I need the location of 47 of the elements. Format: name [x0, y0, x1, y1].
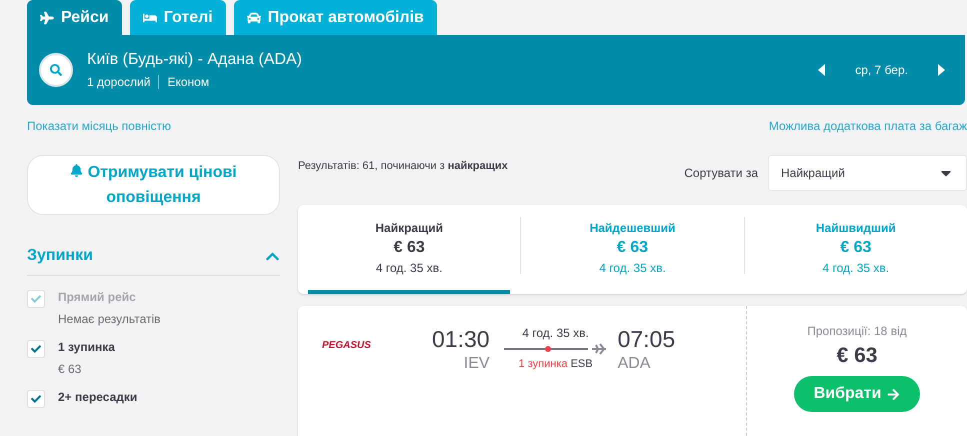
departure-time: 01:30	[432, 326, 490, 353]
flight-duration: 4 год. 35 хв.	[522, 326, 589, 340]
caret-right-icon	[938, 64, 945, 76]
search-button[interactable]	[39, 53, 73, 87]
select-button[interactable]: Вибрати	[794, 376, 920, 412]
bell-icon	[70, 164, 84, 177]
filter-label: 1 зупинка	[58, 340, 115, 354]
caret-left-icon	[818, 64, 826, 76]
flight-price: € 63	[836, 344, 878, 368]
sort-tab[interactable]: Найкращий € 63 4 год. 35 хв.	[308, 205, 510, 294]
next-date-button[interactable]	[938, 64, 945, 76]
month-link[interactable]: Показати місяць повністю	[27, 119, 172, 133]
checkbox[interactable]	[27, 390, 45, 408]
filter-label: Прямий рейс	[58, 290, 137, 304]
nav-tab[interactable]: Прокат автомобілів	[234, 0, 437, 35]
offers-text: Пропозиції: 18 від	[807, 324, 907, 338]
filter-note: € 63	[58, 362, 82, 376]
airline-logo: PEGASUS	[322, 340, 372, 352]
check-icon	[31, 294, 41, 304]
car-icon	[246, 10, 261, 24]
arrival-time: 07:05	[618, 326, 676, 353]
departure-code: IEV	[464, 355, 490, 373]
search-icon	[50, 64, 62, 76]
sort-label: Сортувати за	[684, 166, 758, 180]
plane-icon	[40, 10, 54, 24]
sort-tab[interactable]: Найшвидший € 63 4 год. 35 хв.	[754, 205, 957, 294]
arrow-right-icon	[887, 388, 900, 400]
price-alert-button[interactable]: Отримувати цінові оповіщення	[27, 155, 280, 215]
passengers-text: 1 дорослий	[87, 75, 152, 89]
nav-tab[interactable]: Рейси	[27, 0, 122, 35]
checkbox[interactable]	[27, 340, 45, 358]
filter-title: Зупинки	[27, 247, 93, 265]
filter-label: 2+ пересадки	[58, 390, 138, 404]
check-icon	[31, 394, 41, 404]
results-summary: Результатів: 61, починаючи з найкращих	[298, 160, 508, 172]
check-icon	[31, 344, 41, 354]
arrival-code: ADA	[618, 355, 650, 373]
cabin-text: Економ	[158, 75, 218, 89]
stops-text: 1 зупинка ESB	[518, 358, 593, 370]
route-text: Київ (Будь-які) - Адана (ADA)	[87, 51, 303, 69]
previous-date-button[interactable]	[818, 64, 826, 76]
sort-select[interactable]: Найкращий	[768, 155, 967, 191]
date-text: ср, 7 бер.	[855, 63, 908, 77]
filter-note: Немає результатів	[58, 312, 161, 326]
sort-tab[interactable]: Найдешевший € 63 4 год. 35 хв.	[531, 205, 734, 294]
nav-tab[interactable]: Готелі	[130, 0, 226, 35]
baggage-link[interactable]: Можлива додаткова плата за багаж	[768, 119, 967, 133]
